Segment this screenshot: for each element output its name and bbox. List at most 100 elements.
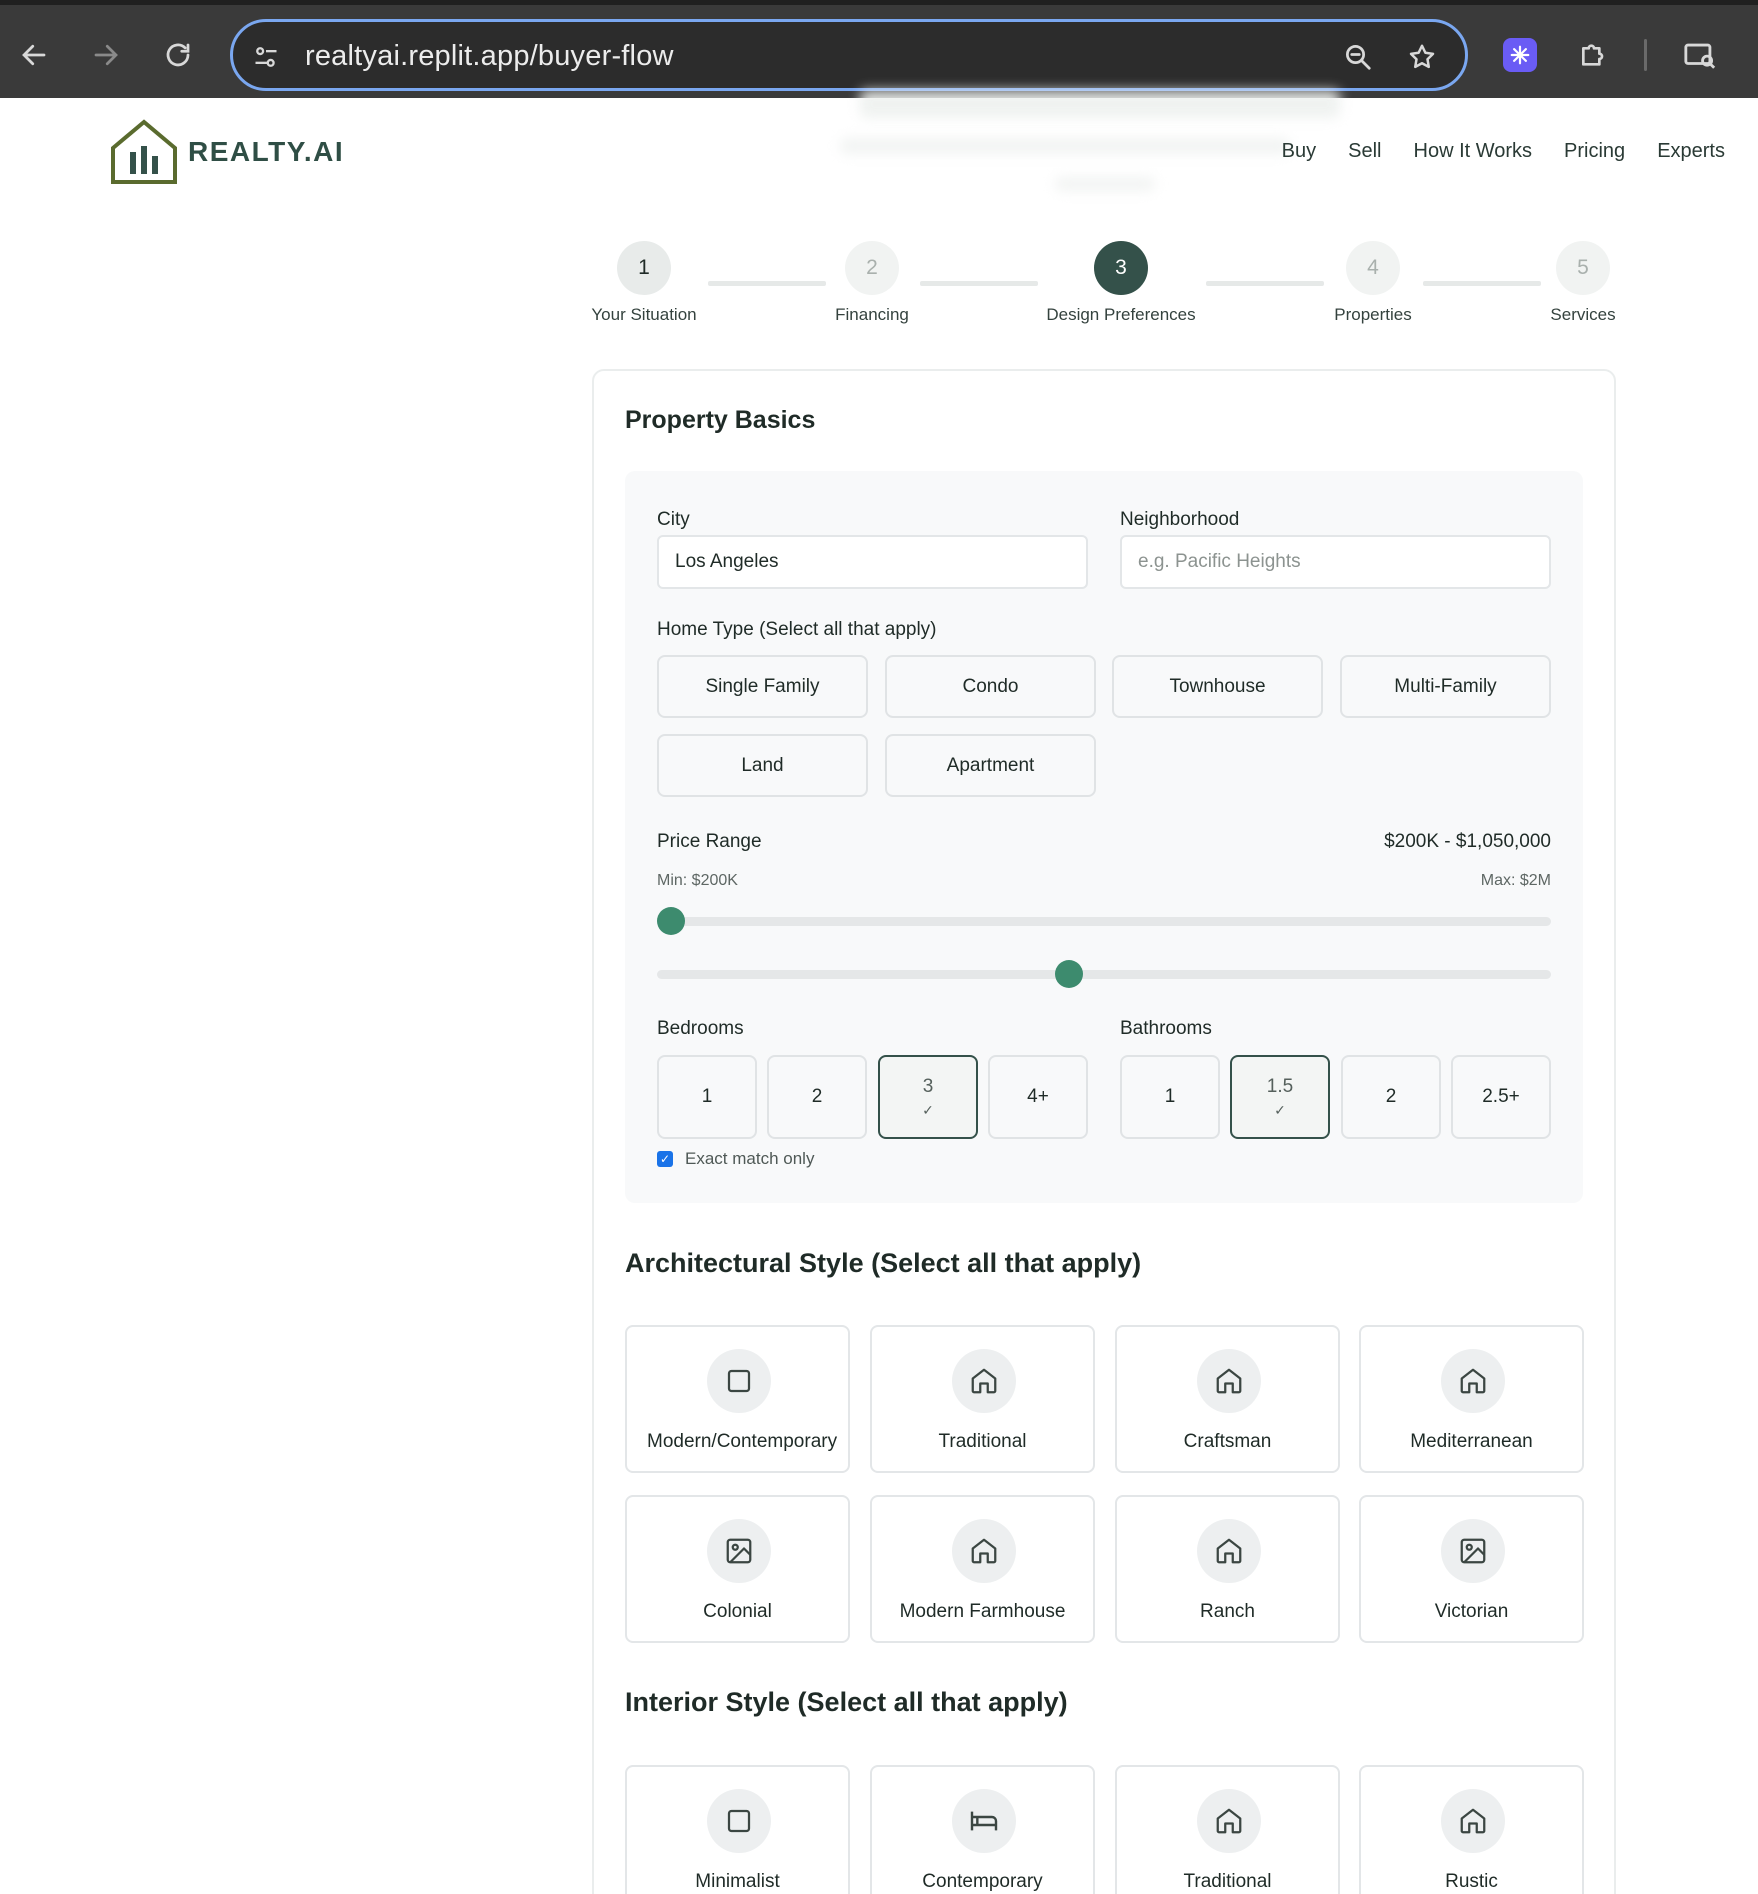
extensions-puzzle-icon[interactable] xyxy=(1574,35,1614,75)
bathrooms-option-label: 1 xyxy=(1164,1086,1176,1107)
interior-style-rustic[interactable]: Rustic xyxy=(1359,1765,1584,1894)
arch-style-label: Modern Farmhouse xyxy=(899,1601,1066,1622)
interior-style-traditional[interactable]: Traditional xyxy=(1115,1765,1340,1894)
price-min-slider-track[interactable] xyxy=(657,917,1551,926)
browser-toolbar: realtyai.replit.app/buyer-flow xyxy=(0,0,1758,98)
bookmark-star-icon[interactable] xyxy=(1405,40,1439,74)
price-min-slider-thumb[interactable] xyxy=(657,907,685,935)
nav-sell[interactable]: Sell xyxy=(1348,140,1381,163)
step-2-circle[interactable]: 2 xyxy=(845,241,899,295)
arch-style-mediterranean[interactable]: Mediterranean xyxy=(1359,1325,1584,1473)
home-type-label: Home Type (Select all that apply) xyxy=(657,619,937,640)
price-min-label: Min: $200K xyxy=(657,872,738,889)
bathrooms-option-1-5-selected[interactable]: 1.5 ✓ xyxy=(1230,1055,1330,1139)
step-connector xyxy=(1423,281,1541,286)
interior-style-label: Rustic xyxy=(1445,1871,1498,1892)
arch-style-craftsman[interactable]: Craftsman xyxy=(1115,1325,1340,1473)
obscured-subheading xyxy=(1055,177,1155,191)
nav-pricing[interactable]: Pricing xyxy=(1564,140,1625,163)
bathrooms-option-1[interactable]: 1 xyxy=(1120,1055,1220,1139)
price-max-slider-track[interactable] xyxy=(657,970,1551,979)
interior-style-minimalist[interactable]: Minimalist xyxy=(625,1765,850,1894)
arch-style-traditional[interactable]: Traditional xyxy=(870,1325,1095,1473)
step-5-label: Services xyxy=(1550,305,1616,324)
bathrooms-option-label: 2 xyxy=(1385,1086,1397,1107)
square-icon xyxy=(707,1789,771,1853)
logo-text: REALTY.AI xyxy=(188,136,345,167)
price-range-label: Price Range xyxy=(657,831,762,852)
obscured-subheading xyxy=(840,138,1290,154)
square-icon xyxy=(707,1349,771,1413)
price-range-value: $200K - $1,050,000 xyxy=(1384,831,1551,852)
arch-style-colonial[interactable]: Colonial xyxy=(625,1495,850,1643)
home-type-townhouse[interactable]: Townhouse xyxy=(1112,655,1323,718)
neighborhood-input[interactable]: e.g. Pacific Heights xyxy=(1120,535,1551,589)
image-icon xyxy=(1441,1519,1505,1583)
bedrooms-option-label: 2 xyxy=(811,1086,823,1107)
step-1-label: Your Situation xyxy=(591,305,697,324)
url-text[interactable]: realtyai.replit.app/buyer-flow xyxy=(305,40,674,73)
bedrooms-option-label: 3 xyxy=(922,1075,934,1097)
step-4-label: Properties xyxy=(1334,305,1412,324)
price-max-label: Max: $2M xyxy=(1480,872,1551,889)
house-icon xyxy=(952,1519,1016,1583)
screen-search-icon[interactable] xyxy=(1680,35,1720,75)
exact-match-checkbox[interactable]: ✓ xyxy=(657,1151,673,1167)
exact-match-label[interactable]: Exact match only xyxy=(685,1149,814,1169)
nav-buy[interactable]: Buy xyxy=(1282,140,1316,163)
arch-style-label: Colonial xyxy=(703,1601,772,1622)
arch-style-modern-contemporary[interactable]: Modern/Contemporary xyxy=(625,1325,850,1473)
city-input[interactable]: Los Angeles xyxy=(657,535,1088,589)
arch-style-modern-farmhouse[interactable]: Modern Farmhouse xyxy=(870,1495,1095,1643)
arch-style-label: Craftsman xyxy=(1183,1431,1272,1452)
step-3-label: Design Preferences xyxy=(1046,305,1196,324)
main-nav: Buy Sell How It Works Pricing Experts xyxy=(1282,140,1725,163)
address-bar[interactable]: realtyai.replit.app/buyer-flow xyxy=(230,19,1468,91)
step-4-circle[interactable]: 4 xyxy=(1346,241,1400,295)
step-5-circle[interactable]: 5 xyxy=(1556,241,1610,295)
step-connector xyxy=(920,281,1038,286)
arch-style-ranch[interactable]: Ranch xyxy=(1115,1495,1340,1643)
home-type-single-family[interactable]: Single Family xyxy=(657,655,868,718)
bedrooms-option-3-selected[interactable]: 3 ✓ xyxy=(878,1055,978,1139)
bedrooms-option-2[interactable]: 2 xyxy=(767,1055,867,1139)
house-icon xyxy=(1197,1789,1261,1853)
step-2-label: Financing xyxy=(835,305,909,324)
step-3-circle[interactable]: 3 xyxy=(1094,241,1148,295)
house-icon xyxy=(1197,1349,1261,1413)
bedrooms-option-4-plus[interactable]: 4+ xyxy=(988,1055,1088,1139)
city-label: City xyxy=(657,509,690,530)
back-arrow-icon[interactable] xyxy=(14,35,54,75)
bathrooms-option-label: 2.5+ xyxy=(1482,1086,1520,1107)
forward-arrow-icon[interactable] xyxy=(86,35,126,75)
nav-how-it-works[interactable]: How It Works xyxy=(1414,140,1533,163)
bed-icon xyxy=(952,1789,1016,1853)
bathrooms-option-2[interactable]: 2 xyxy=(1341,1055,1441,1139)
reload-icon[interactable] xyxy=(158,35,198,75)
nav-experts[interactable]: Experts xyxy=(1657,140,1725,163)
bathrooms-option-2-5-plus[interactable]: 2.5+ xyxy=(1451,1055,1551,1139)
price-max-slider-thumb[interactable] xyxy=(1055,960,1084,988)
image-icon xyxy=(707,1519,771,1583)
step-1-circle[interactable]: 1 xyxy=(617,241,671,295)
bedrooms-option-1[interactable]: 1 xyxy=(657,1055,757,1139)
interior-style-contemporary[interactable]: Contemporary xyxy=(870,1765,1095,1894)
step-connector xyxy=(708,281,826,286)
home-type-multi-family[interactable]: Multi-Family xyxy=(1340,655,1551,718)
site-settings-icon[interactable] xyxy=(249,40,283,74)
arch-style-label: Ranch xyxy=(1200,1601,1255,1622)
home-type-land[interactable]: Land xyxy=(657,734,868,797)
site-logo[interactable]: REALTY.AI xyxy=(110,118,344,186)
home-type-apartment[interactable]: Apartment xyxy=(885,734,1096,797)
interior-style-label: Traditional xyxy=(1183,1871,1272,1892)
arch-style-label: Victorian xyxy=(1434,1601,1509,1622)
zoom-icon[interactable] xyxy=(1341,40,1375,74)
obscured-heading xyxy=(860,90,1340,118)
logo-house-icon xyxy=(111,119,177,184)
arch-style-victorian[interactable]: Victorian xyxy=(1359,1495,1584,1643)
bathrooms-option-label: 1.5 xyxy=(1266,1075,1294,1097)
extension-sparkle-icon[interactable] xyxy=(1503,38,1537,72)
home-type-condo[interactable]: Condo xyxy=(885,655,1096,718)
interior-style-label: Contemporary xyxy=(922,1871,1043,1892)
checkmark-icon: ✓ xyxy=(1274,1101,1286,1118)
